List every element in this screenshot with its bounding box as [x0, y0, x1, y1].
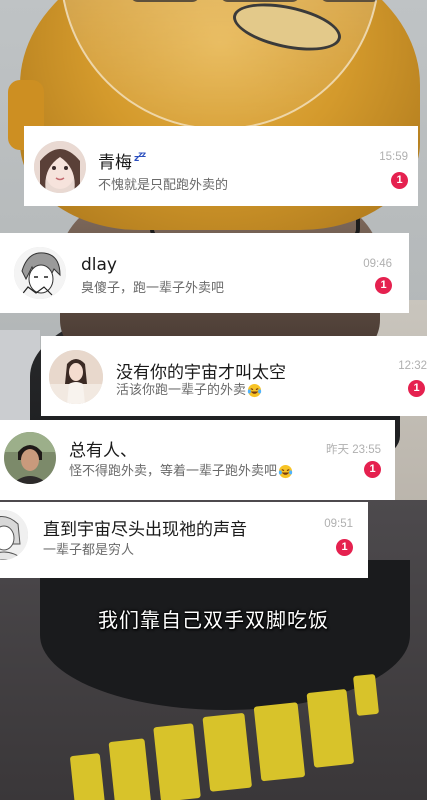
zzz-sleep-icon: zzz — [134, 150, 146, 164]
sender-name: 青梅 — [98, 153, 132, 173]
unread-badge: 1 — [408, 380, 425, 397]
laughing-tears-emoji-icon — [278, 464, 293, 479]
unread-badge: 1 — [375, 277, 392, 294]
message-preview: 一辈子都是穷人 — [43, 543, 135, 558]
avatar — [14, 247, 66, 299]
timestamp: 15:59 — [379, 151, 408, 163]
sender-name: 直到宇宙尽头出现祂的声音 — [43, 520, 247, 540]
notification-card-1[interactable]: 青梅 zzz 不愧就是只配跑外卖的 15:59 1 — [24, 126, 418, 206]
laughing-tears-emoji-icon — [247, 383, 262, 398]
timestamp: 昨天 23:55 — [326, 444, 381, 456]
timestamp: 09:51 — [324, 518, 353, 530]
avatar — [34, 141, 86, 193]
notification-card-2[interactable]: dlay 臭傻子，跑一辈子外卖吧 09:46 1 — [0, 233, 409, 313]
unread-badge: 1 — [391, 172, 408, 189]
timestamp: 12:32 — [398, 360, 427, 372]
avatar — [4, 432, 56, 484]
message-preview: 臭傻子，跑一辈子外卖吧 — [81, 281, 225, 296]
timestamp: 09:46 — [363, 258, 392, 270]
notification-card-3[interactable]: 没有你的宇宙才叫太空 活该你跑一辈子的外卖 12:32 1 — [41, 336, 427, 416]
message-preview: 怪不得跑外卖，等着一辈子跑外卖吧 — [69, 460, 293, 479]
avatar — [49, 350, 103, 404]
message-text: 活该你跑一辈子的外卖 — [116, 383, 247, 398]
sender-name: 总有人、 — [69, 441, 137, 461]
unread-badge: 1 — [364, 461, 381, 478]
avatar — [0, 510, 28, 560]
video-subtitle: 我们靠自己双手双脚吃饭 — [98, 608, 329, 632]
message-preview: 不愧就是只配跑外卖的 — [98, 178, 229, 193]
notification-card-4[interactable]: 总有人、 怪不得跑外卖，等着一辈子跑外卖吧 昨天 23:55 1 — [0, 420, 395, 500]
message-text: 怪不得跑外卖，等着一辈子跑外卖吧 — [69, 464, 278, 479]
sender-name: dlay — [81, 255, 117, 275]
message-preview: 活该你跑一辈子的外卖 — [116, 379, 262, 398]
notification-card-5[interactable]: 直到宇宙尽头出现祂的声音 一辈子都是穷人 09:51 1 — [0, 502, 368, 578]
unread-badge: 1 — [336, 539, 353, 556]
